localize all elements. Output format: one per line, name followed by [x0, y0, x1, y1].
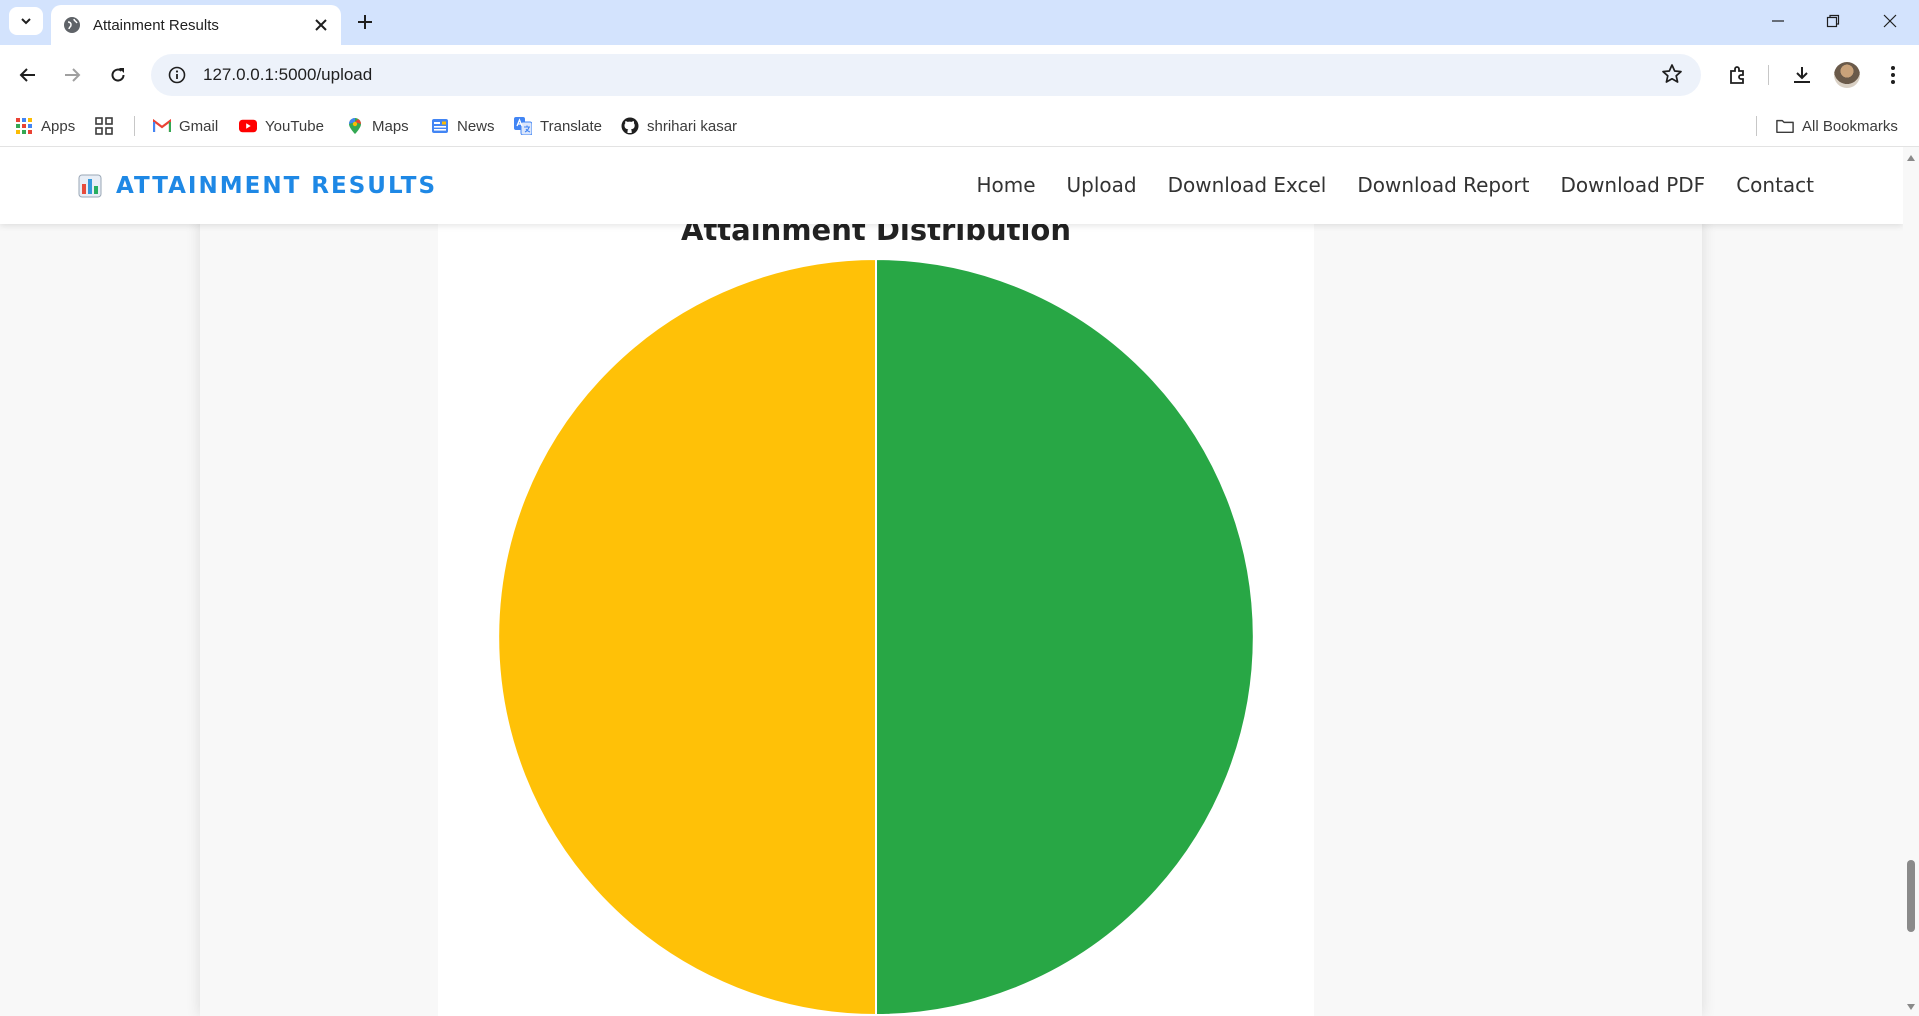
reload-icon — [111, 68, 125, 82]
bookmarks-bar: Apps Gmail YouTube Maps News Translate s… — [0, 105, 1919, 147]
bookmark-translate[interactable]: Translate — [514, 114, 602, 138]
maps-icon — [346, 117, 364, 135]
nav-link-upload[interactable]: Upload — [1067, 173, 1137, 197]
minimize-icon — [1772, 20, 1784, 22]
scroll-down-arrow-icon[interactable] — [1906, 1002, 1916, 1012]
tab-search-button[interactable] — [9, 7, 43, 35]
bookmark-divider — [1756, 116, 1757, 136]
back-button[interactable] — [13, 60, 43, 90]
arrow-left-icon — [19, 68, 35, 82]
bookmark-apps[interactable]: Apps — [15, 114, 75, 138]
bookmark-label: YouTube — [265, 117, 324, 135]
github-icon — [621, 117, 639, 135]
youtube-icon — [239, 117, 257, 135]
bookmark-divider — [134, 116, 135, 136]
more-vertical-icon — [1891, 66, 1895, 84]
folder-icon — [1776, 117, 1794, 135]
chevron-down-icon — [21, 18, 31, 25]
toolbar-divider — [1768, 65, 1769, 85]
gmail-icon — [153, 117, 171, 135]
site-navbar: ATTAINMENT RESULTS Home Upload Download … — [0, 147, 1903, 224]
bookmark-news[interactable]: News — [431, 114, 495, 138]
globe-icon — [64, 17, 80, 33]
address-bar[interactable]: 127.0.0.1:5000/upload — [151, 54, 1701, 96]
close-icon — [1883, 14, 1897, 28]
plus-icon — [358, 15, 372, 29]
bookmark-star-icon[interactable] — [1661, 63, 1683, 85]
translate-icon — [514, 117, 532, 135]
scrollbar-thumb[interactable] — [1907, 860, 1915, 932]
chart-card: Attainment Distribution — [438, 147, 1314, 1016]
bookmark-label: News — [457, 117, 495, 135]
url-text[interactable]: 127.0.0.1:5000/upload — [203, 65, 372, 85]
page-viewport: Attainment Distribution ATTAINMENT RESUL… — [0, 147, 1919, 1016]
close-icon[interactable] — [313, 17, 329, 33]
new-tab-button[interactable] — [352, 9, 378, 35]
pie-slice-1[interactable] — [497, 257, 877, 1016]
bookmark-label: Translate — [540, 117, 602, 135]
nav-links: Home Upload Download Excel Download Repo… — [976, 173, 1814, 197]
tab-groups-icon — [95, 117, 113, 135]
nav-link-home[interactable]: Home — [976, 173, 1035, 197]
bookmark-youtube[interactable]: YouTube — [239, 114, 324, 138]
downloads-button[interactable] — [1787, 60, 1817, 90]
results-container: Attainment Distribution — [200, 147, 1702, 1016]
nav-link-download-pdf[interactable]: Download PDF — [1560, 173, 1705, 197]
close-window-button[interactable] — [1873, 8, 1907, 34]
download-icon — [1794, 67, 1810, 83]
browser-menu-button[interactable] — [1878, 60, 1908, 90]
nav-link-contact[interactable]: Contact — [1736, 173, 1814, 197]
nav-link-download-excel[interactable]: Download Excel — [1168, 173, 1327, 197]
reload-button[interactable] — [103, 60, 133, 90]
puzzle-icon — [1730, 66, 1744, 84]
nav-link-download-report[interactable]: Download Report — [1357, 173, 1529, 197]
all-bookmarks-label: All Bookmarks — [1802, 117, 1898, 135]
bookmark-label: Gmail — [179, 117, 219, 135]
apps-grid-icon — [15, 117, 33, 135]
brand-text: ATTAINMENT RESULTS — [116, 173, 438, 199]
pie-slice-0[interactable] — [875, 257, 1255, 1016]
browser-tab-strip: Attainment Results — [0, 0, 1919, 45]
all-bookmarks-button[interactable]: All Bookmarks — [1776, 114, 1898, 138]
browser-tab-active[interactable]: Attainment Results — [51, 5, 341, 45]
tab-title: Attainment Results — [93, 16, 219, 34]
bookmark-label: shrihari kasar — [647, 117, 738, 135]
page-scrollbar[interactable] — [1903, 147, 1919, 1016]
bookmark-label: Apps — [41, 117, 76, 135]
minimize-button[interactable] — [1761, 8, 1795, 34]
extensions-button[interactable] — [1723, 60, 1753, 90]
brand-logo[interactable]: ATTAINMENT RESULTS — [78, 172, 437, 200]
bookmark-label: Maps — [372, 117, 409, 135]
bar-chart-icon — [78, 174, 102, 198]
restore-button[interactable] — [1816, 8, 1850, 34]
bookmark-github[interactable]: shrihari kasar — [621, 114, 737, 138]
forward-button[interactable] — [57, 60, 87, 90]
site-info-icon[interactable] — [165, 63, 189, 87]
news-icon — [431, 117, 449, 135]
profile-avatar[interactable] — [1834, 62, 1860, 88]
bookmark-gmail[interactable]: Gmail — [153, 114, 218, 138]
bookmark-maps[interactable]: Maps — [346, 114, 409, 138]
arrow-right-icon — [65, 68, 81, 82]
restore-icon — [1826, 14, 1840, 28]
bookmark-tab-groups[interactable] — [95, 114, 121, 138]
pie-chart — [497, 257, 1255, 1016]
browser-toolbar: 127.0.0.1:5000/upload — [0, 45, 1919, 105]
scroll-up-arrow-icon[interactable] — [1906, 153, 1916, 163]
